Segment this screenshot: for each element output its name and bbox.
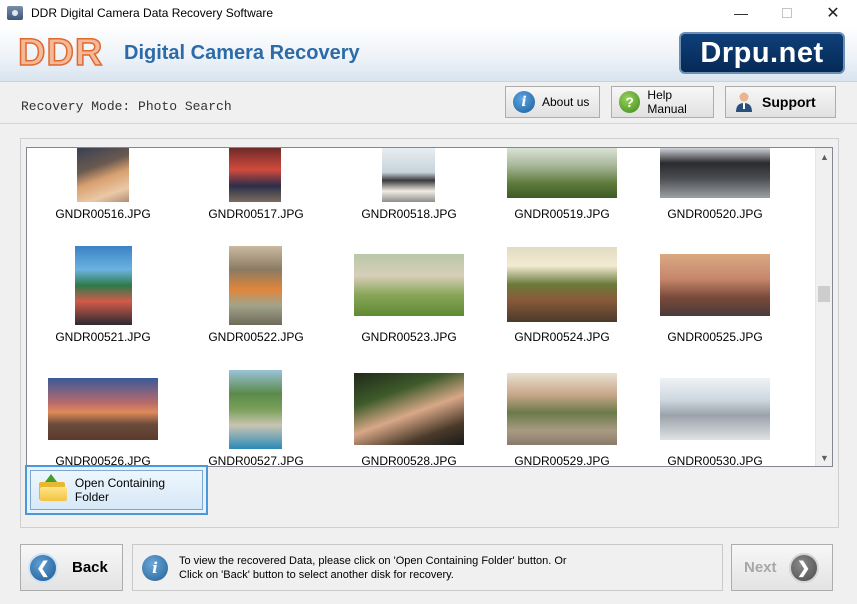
photo-image	[229, 370, 282, 449]
help-manual-label: Help Manual	[647, 88, 687, 116]
info-message: To view the recovered Data, please click…	[179, 554, 567, 582]
photo-image	[229, 246, 282, 325]
support-person-icon	[733, 91, 755, 113]
help-icon: ?	[619, 91, 641, 113]
photo-filename: GNDR00529.JPG	[514, 454, 610, 467]
photo-filename: GNDR00523.JPG	[361, 330, 457, 344]
photo-filename: GNDR00520.JPG	[667, 207, 763, 221]
photo-image	[48, 378, 158, 440]
photo-filename: GNDR00522.JPG	[208, 330, 304, 344]
info-line-1: To view the recovered Data, please click…	[179, 554, 567, 567]
photo-image	[354, 254, 464, 316]
folder-icon	[39, 474, 67, 501]
photo-image	[507, 373, 617, 445]
help-manual-button[interactable]: ? Help Manual	[611, 86, 714, 118]
results-panel: GNDR00516.JPG GNDR00517.JPG GNDR00518.JP…	[20, 138, 839, 528]
photo-image	[354, 373, 464, 445]
photo-image	[382, 148, 435, 202]
photo-filename: GNDR00530.JPG	[667, 454, 763, 467]
photo-image	[507, 247, 617, 322]
photo-filename: GNDR00518.JPG	[361, 207, 457, 221]
photo-image	[507, 148, 617, 198]
scroll-down-icon[interactable]: ▼	[816, 449, 832, 466]
close-icon[interactable]: ✕	[810, 0, 856, 26]
photo-filename: GNDR00516.JPG	[55, 207, 151, 221]
next-button[interactable]: Next ❯	[731, 544, 833, 591]
title-bar: DDR Digital Camera Data Recovery Softwar…	[0, 0, 857, 26]
next-label: Next	[744, 559, 777, 576]
photo-filename: GNDR00525.JPG	[667, 330, 763, 344]
gallery-scrollbar[interactable]: ▲ ▼	[815, 148, 832, 466]
ddr-logo: DDR	[17, 31, 104, 75]
scroll-up-icon[interactable]: ▲	[816, 148, 832, 165]
product-name: Digital Camera Recovery	[124, 42, 360, 64]
photo-image	[660, 148, 770, 198]
toolbar: Recovery Mode: Photo Search i About us ?…	[0, 82, 857, 124]
photo-filename: GNDR00524.JPG	[514, 330, 610, 344]
photo-image	[75, 246, 132, 325]
header-banner: DDR Digital Camera Recovery Drpu.net	[0, 26, 857, 82]
photo-image	[77, 148, 129, 202]
info-icon: i	[142, 554, 168, 581]
recovery-mode-label: Recovery Mode: Photo Search	[21, 99, 232, 114]
open-containing-folder-button[interactable]: Open Containing Folder	[25, 465, 208, 515]
back-arrow-icon: ❮	[28, 552, 58, 583]
photo-image	[660, 378, 770, 440]
support-label: Support	[762, 94, 816, 110]
about-us-label: About us	[542, 95, 590, 109]
brand-badge: Drpu.net	[679, 32, 845, 74]
app-icon	[7, 6, 23, 20]
maximize-icon[interactable]	[764, 0, 810, 26]
photo-filename: GNDR00521.JPG	[55, 330, 151, 344]
photo-gallery[interactable]: GNDR00516.JPG GNDR00517.JPG GNDR00518.JP…	[26, 147, 833, 467]
photo-filename: GNDR00519.JPG	[514, 207, 610, 221]
info-message-box: i To view the recovered Data, please cli…	[132, 544, 723, 591]
back-button[interactable]: ❮ Back	[20, 544, 123, 591]
about-us-button[interactable]: i About us	[505, 86, 600, 118]
photo-filename: GNDR00517.JPG	[208, 207, 304, 221]
photo-image	[660, 254, 770, 316]
back-label: Back	[72, 559, 108, 576]
window-title: DDR Digital Camera Data Recovery Softwar…	[31, 6, 274, 20]
open-folder-label: Open Containing Folder	[74, 476, 165, 504]
info-line-2: Click on 'Back' button to select another…	[179, 568, 454, 581]
next-arrow-icon: ❯	[788, 552, 819, 583]
minimize-icon[interactable]: —	[718, 0, 764, 26]
photo-filename: GNDR00528.JPG	[361, 454, 457, 467]
support-button[interactable]: Support	[725, 86, 836, 118]
scrollbar-thumb[interactable]	[818, 286, 830, 302]
info-icon: i	[513, 91, 535, 113]
photo-image	[229, 148, 281, 202]
open-folder-button-face: Open Containing Folder	[30, 470, 203, 510]
